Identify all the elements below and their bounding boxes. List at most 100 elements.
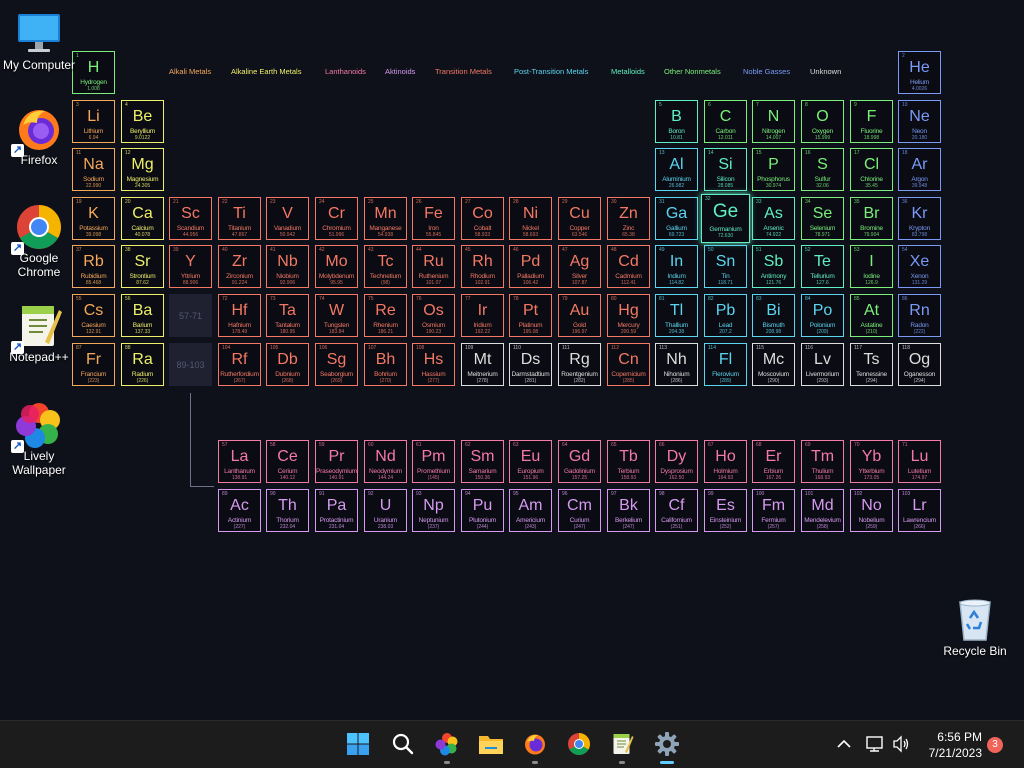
element-symbol: Kr [911,205,928,222]
element-symbol: Cl [863,156,880,173]
element-symbol: V [282,205,293,222]
element-name: Flerovium [712,371,739,378]
element-symbol: Ra [132,351,153,368]
element-name: Caesium [81,322,106,329]
atomic-mass: (268) [281,378,294,384]
atomic-mass: (243) [524,524,537,530]
element-name: Arsenic [763,225,784,232]
element-cell-os: 76 Os Osmium 190.23 [412,294,455,337]
element-cell-nd: 60 Nd Neodymium 144.24 [364,440,407,483]
start-button[interactable] [343,729,373,759]
lively-wallpaper-icon [435,733,458,756]
element-name: Bohrium [374,371,397,378]
element-cell-mn: 25 Mn Manganese 54.938 [364,197,407,240]
atomic-mass: 207.2 [719,329,732,335]
element-symbol: O [816,108,829,125]
atomic-mass: 44.956 [182,232,199,238]
atomic-mass: 121.76 [765,280,782,286]
element-cell-fe: 26 Fe Iron 55.845 [412,197,455,240]
firefox-taskbar[interactable] [520,729,550,764]
element-cell-nb: 41 Nb Niobium 92.906 [266,245,309,288]
atomic-mass: 28.085 [717,183,734,189]
element-cell-sb: 51 Sb Antimony 121.76 [752,245,795,288]
atomic-mass: 39.948 [911,183,928,189]
atomic-mass: 20.180 [911,135,928,141]
atomic-mass: 204.38 [668,329,685,335]
element-symbol: Fl [718,351,733,368]
element-cell-bh: 107 Bh Bohrium (270) [364,343,407,386]
notification-badge[interactable]: 3 [987,737,1003,753]
show-hidden-icons-button[interactable] [830,729,858,759]
atomic-mass: 63.546 [571,232,588,238]
element-symbol: Tm [810,448,835,465]
element-cell-lr: 103 Lr Lawrencium (266) [898,489,941,532]
element-name: Osmium [422,322,445,329]
element-cell-cf: 98 Cf Californium (251) [655,489,698,532]
element-cell-cm: 96 Cm Curium (247) [558,489,601,532]
desktop-icon-my-computer[interactable]: My Computer [1,10,77,72]
element-name: Chlorine [860,176,883,183]
atomic-mass: (227) [233,524,246,530]
element-symbol: Bh [375,351,396,368]
element-symbol: Ru [423,253,444,270]
element-symbol: Ts [863,351,880,368]
element-symbol: Rn [909,302,930,319]
firefox-icon [525,734,545,755]
atomic-mass: (285) [622,378,635,384]
settings-taskbar[interactable] [652,729,682,764]
desktop-icon-firefox[interactable]: ↗ Firefox [1,105,77,167]
volume-button[interactable] [888,729,914,759]
element-cell-ca: 20 Ca Calcium 40.078 [121,197,164,240]
atomic-mass: 30.974 [765,183,782,189]
element-name: Livermorium [805,371,840,378]
file-explorer-taskbar[interactable] [476,729,506,759]
lively-wallpaper-taskbar[interactable] [432,729,462,764]
element-cell-th: 90 Th Thorium 232.04 [266,489,309,532]
element-cell-ds: 110 Ds Darmstadtium (281) [509,343,552,386]
element-symbol: Pt [522,302,539,319]
element-name: Terbium [617,468,640,475]
element-symbol: Sb [763,253,784,270]
legend-metalloids: Metalloids [611,67,645,76]
element-cell-zn: 30 Zn Zinc 65.38 [607,197,650,240]
atomic-mass: 183.84 [328,329,345,335]
element-name: Lithium [83,128,104,135]
element-cell-ts: 117 Ts Tennessine (294) [850,343,893,386]
element-symbol: Cr [328,205,345,222]
element-symbol: Pu [472,497,493,514]
atomic-mass: 157.25 [571,475,588,481]
desktop-icon-notepadpp[interactable]: ↗ Notepad++ [1,302,77,364]
desktop-icon-google-chrome[interactable]: ↗ Google Chrome [1,203,77,279]
desktop-icon-recycle-bin[interactable]: Recycle Bin [937,596,1013,658]
element-name: Antimony [760,273,787,280]
element-cell-ag: 47 Ag Silver 107.87 [558,245,601,288]
atomic-mass: 200.59 [620,329,637,335]
atomic-mass: (222) [913,329,926,335]
atomic-mass: 140.91 [328,475,345,481]
search-button[interactable] [388,729,418,759]
atomic-mass: 54.938 [377,232,394,238]
element-symbol: Np [423,497,444,514]
element-cell-ba: 56 Ba Barium 137.33 [121,294,164,337]
element-symbol: Mc [762,351,785,368]
chrome-icon: ↗ [11,203,63,255]
clock[interactable]: 6:56 PM 7/21/2023 [929,729,982,761]
element-symbol: Ag [569,253,590,270]
element-symbol: U [379,497,392,514]
element-cell-w: 74 W Tungsten 183.84 [315,294,358,337]
atomic-mass: 69.723 [668,232,685,238]
notepadpp-taskbar[interactable] [607,729,637,764]
network-status-button[interactable] [862,729,888,759]
chrome-taskbar[interactable] [564,729,594,759]
element-cell-fl: 114 Fl Flerovium (289) [704,343,747,386]
atomic-mass: 50.942 [279,232,296,238]
desktop-icon-lively-wallpaper[interactable]: ↗ Lively Wallpaper [1,401,77,477]
atomic-mass: 85.468 [85,280,102,286]
notepadpp-icon [613,734,634,754]
gear-icon [655,732,679,756]
element-symbol: Ta [279,302,296,319]
atomic-mass: 87.62 [136,280,149,286]
folder-icon [479,736,503,754]
atomic-mass: 18.998 [863,135,880,141]
element-cell-si: 14 Si Silicon 28.085 [704,148,747,191]
